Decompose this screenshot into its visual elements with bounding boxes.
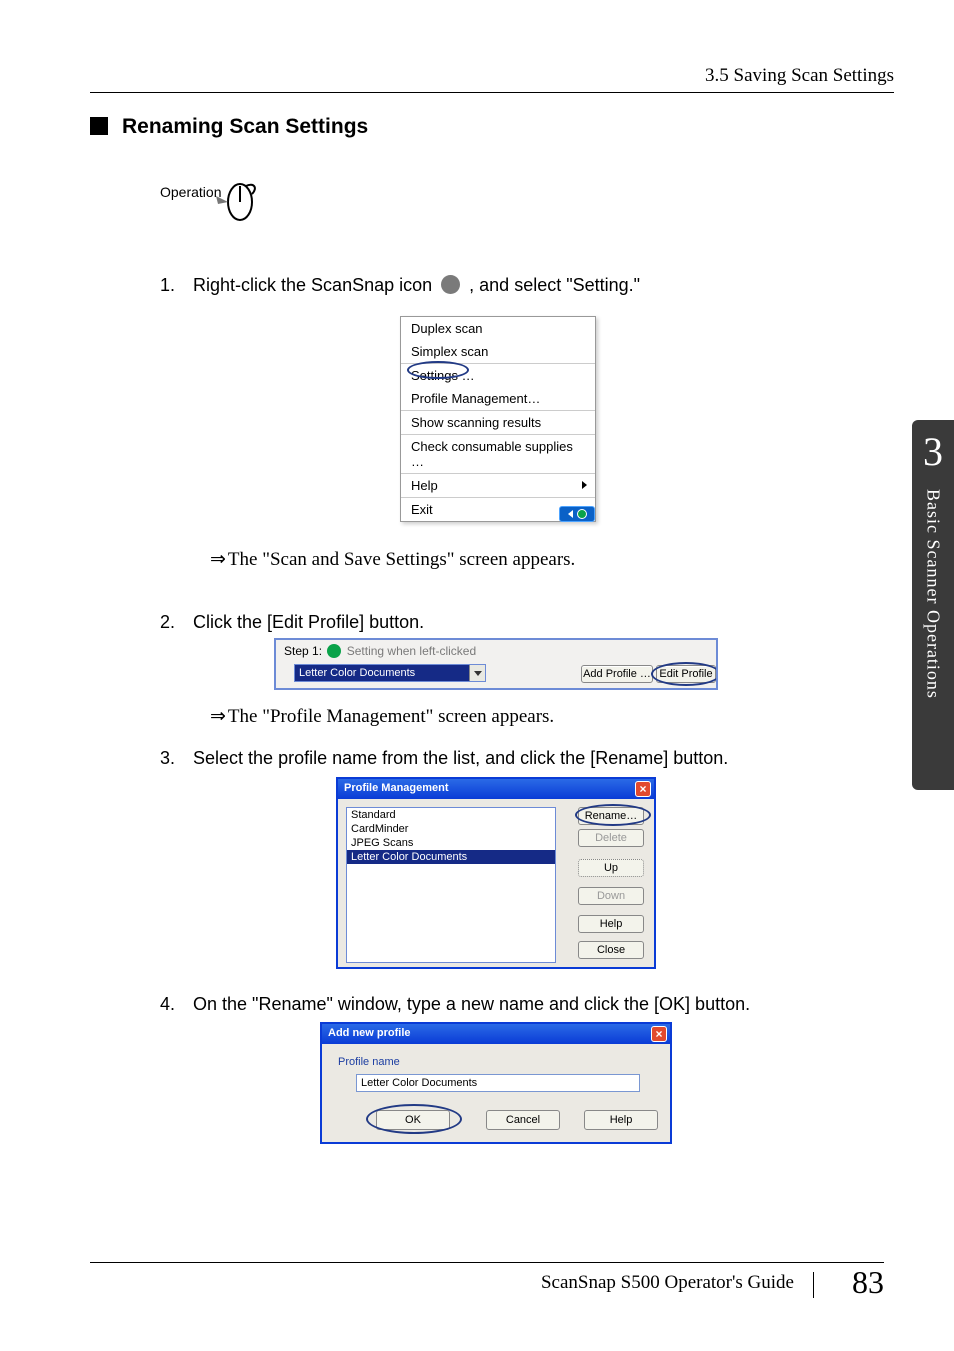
close-icon[interactable]: ×: [635, 781, 651, 797]
menu-duplex-scan[interactable]: Duplex scan: [401, 317, 595, 340]
add-profile-button[interactable]: Add Profile …: [581, 665, 653, 683]
context-menu: Duplex scan Simplex scan Settings … Prof…: [400, 316, 596, 522]
tray-scansnap-icon: [577, 509, 587, 519]
footer-rule: [90, 1262, 884, 1263]
footer-guide-name: ScanSnap S500 Operator's Guide: [541, 1272, 794, 1294]
menu-check-supplies[interactable]: Check consumable supplies …: [401, 435, 595, 473]
step-4-text: On the "Rename" window, type a new name …: [193, 994, 750, 1014]
heading-square-icon: [90, 117, 108, 135]
cancel-button[interactable]: Cancel: [486, 1110, 560, 1130]
system-tray-icon: [559, 506, 595, 522]
tray-chevron-icon: [568, 510, 573, 518]
up-button[interactable]: Up: [578, 859, 644, 877]
menu-settings[interactable]: Settings …: [401, 364, 595, 387]
result-1: ⇒The "Scan and Save Settings" screen app…: [210, 548, 575, 571]
result-arrow-icon: ⇒: [210, 706, 226, 727]
close-icon[interactable]: ×: [651, 1026, 667, 1042]
combo-dropdown-icon[interactable]: [469, 665, 485, 681]
menu-profile-management[interactable]: Profile Management…: [401, 387, 595, 410]
result-2-text: The "Profile Management" screen appears.: [228, 706, 554, 727]
add-new-profile-window: Add new profile × Profile name Letter Co…: [320, 1022, 672, 1144]
submenu-arrow-icon: [582, 481, 587, 489]
step-3-number: 3.: [160, 748, 188, 769]
list-item[interactable]: JPEG Scans: [347, 836, 555, 850]
step-4-number: 4.: [160, 994, 188, 1015]
pm-titlebar: Profile Management ×: [338, 779, 654, 799]
step-1: 1. Right-click the ScanSnap icon , and s…: [160, 275, 640, 296]
operation-label: Operation: [160, 184, 221, 200]
scansnap-tray-icon: [441, 275, 460, 294]
profile-name-input[interactable]: Letter Color Documents: [356, 1074, 640, 1092]
step-2-text: Click the [Edit Profile] button.: [193, 612, 424, 632]
result-1-text: The "Scan and Save Settings" screen appe…: [228, 549, 575, 570]
profile-combo[interactable]: Letter Color Documents: [294, 664, 486, 682]
strip-step-label-row: Step 1: Setting when left-clicked: [276, 640, 716, 660]
chapter-side-tab: 3 Basic Scanner Operations: [912, 420, 954, 790]
pm-title: Profile Management: [344, 782, 449, 794]
result-2: ⇒The "Profile Management" screen appears…: [210, 705, 554, 728]
step-2: 2. Click the [Edit Profile] button.: [160, 612, 424, 633]
list-item[interactable]: Standard: [347, 808, 555, 822]
help-button[interactable]: Help: [578, 915, 644, 933]
menu-help[interactable]: Help: [401, 474, 595, 497]
strip-step-desc: Setting when left-clicked: [347, 644, 476, 658]
menu-simplex-scan[interactable]: Simplex scan: [401, 340, 595, 363]
header-section-ref: 3.5 Saving Scan Settings: [705, 65, 894, 87]
profile-name-label: Profile name: [338, 1056, 400, 1068]
profile-combo-value: Letter Color Documents: [299, 667, 415, 679]
result-arrow-icon: ⇒: [210, 549, 226, 570]
step-1-text-pre: Right-click the ScanSnap icon: [193, 275, 437, 295]
step-3-text: Select the profile name from the list, a…: [193, 748, 728, 768]
profile-listbox[interactable]: Standard CardMinder JPEG Scans Letter Co…: [346, 807, 556, 963]
header-rule: [90, 92, 894, 93]
mouse-icon: [214, 180, 256, 224]
settings-strip: Step 1: Setting when left-clicked Letter…: [274, 638, 718, 690]
step-1-text-post: , and select "Setting.": [469, 275, 640, 295]
page-number: 83: [852, 1264, 884, 1301]
list-item[interactable]: CardMinder: [347, 822, 555, 836]
down-button[interactable]: Down: [578, 887, 644, 905]
menu-help-label: Help: [411, 478, 438, 493]
menu-show-results[interactable]: Show scanning results: [401, 411, 595, 434]
heading-text: Renaming Scan Settings: [122, 115, 368, 138]
edit-profile-button[interactable]: Edit Profile …: [656, 665, 716, 683]
step-3: 3. Select the profile name from the list…: [160, 748, 728, 769]
anp-titlebar: Add new profile ×: [322, 1024, 670, 1044]
close-button[interactable]: Close: [578, 941, 644, 959]
anp-title: Add new profile: [328, 1027, 411, 1039]
strip-step-label: Step 1:: [284, 644, 322, 658]
step-4: 4. On the "Rename" window, type a new na…: [160, 994, 750, 1015]
scansnap-small-icon: [327, 644, 341, 658]
step-2-number: 2.: [160, 612, 188, 633]
help-button[interactable]: Help: [584, 1110, 658, 1130]
list-item-selected[interactable]: Letter Color Documents: [347, 850, 555, 864]
rename-button[interactable]: Rename…: [578, 807, 644, 825]
ok-button[interactable]: OK: [376, 1110, 450, 1130]
chapter-number: 3: [912, 420, 954, 475]
delete-button[interactable]: Delete: [578, 829, 644, 847]
chapter-title: Basic Scanner Operations: [923, 489, 944, 699]
footer-divider: [813, 1272, 814, 1298]
step-1-number: 1.: [160, 275, 188, 296]
operation-badge: Operation: [160, 184, 221, 202]
section-heading: Renaming Scan Settings: [90, 115, 368, 139]
profile-management-window: Profile Management × Standard CardMinder…: [336, 777, 656, 969]
